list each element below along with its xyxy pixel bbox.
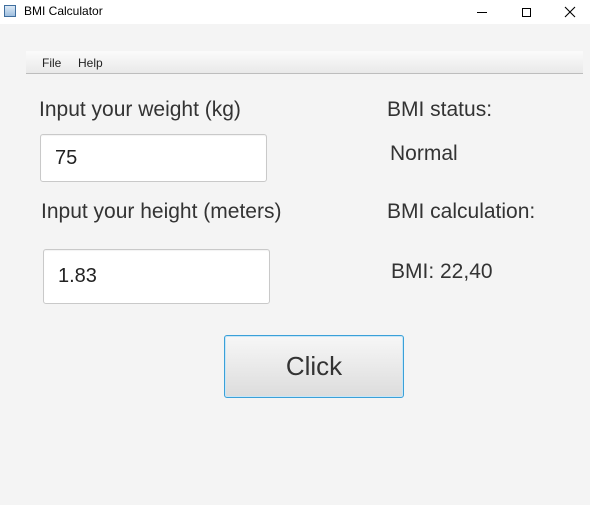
bmi-calculation-value: BMI: 22,40 bbox=[391, 260, 493, 283]
menu-bar: File Help bbox=[26, 51, 583, 74]
bmi-status-label: BMI status: bbox=[387, 98, 493, 121]
app-window-icon bbox=[4, 5, 16, 17]
calculate-button[interactable]: Click bbox=[224, 335, 404, 398]
minimize-icon bbox=[477, 11, 487, 13]
height-label: Input your height (meters) bbox=[41, 200, 282, 223]
minimize-button[interactable] bbox=[459, 0, 505, 24]
window-titlebar[interactable]: BMI Calculator bbox=[0, 0, 590, 24]
weight-label: Input your weight (kg) bbox=[39, 98, 241, 121]
bmi-status-value: Normal bbox=[390, 142, 458, 165]
maximize-icon bbox=[521, 7, 531, 17]
close-button[interactable] bbox=[547, 0, 590, 24]
menu-file[interactable]: File bbox=[42, 56, 61, 70]
maximize-button[interactable] bbox=[503, 0, 549, 24]
menu-help[interactable]: Help bbox=[78, 56, 103, 70]
weight-input[interactable]: 75 bbox=[40, 134, 267, 182]
height-input[interactable]: 1.83 bbox=[43, 249, 270, 304]
window-title: BMI Calculator bbox=[24, 4, 103, 18]
bmi-calculation-label: BMI calculation: bbox=[387, 200, 536, 223]
close-icon bbox=[564, 6, 576, 18]
